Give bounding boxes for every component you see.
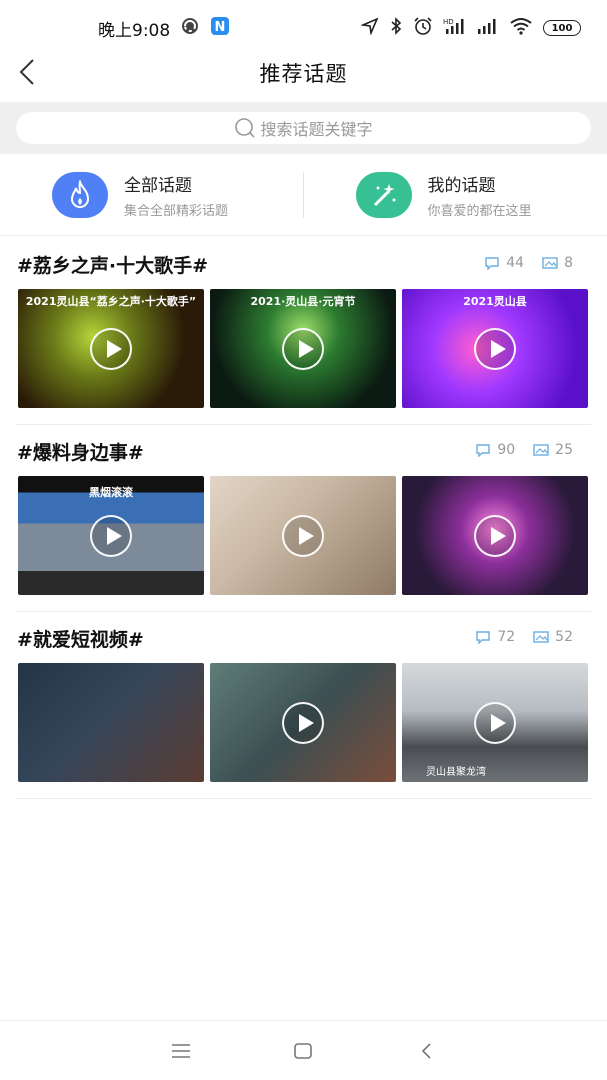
video-thumbnail[interactable]: 2021灵山县 xyxy=(402,289,588,408)
topic-stats: 90 25 xyxy=(475,442,573,458)
category-title: 我的话题 xyxy=(427,175,496,196)
video-thumbnail[interactable] xyxy=(210,476,396,595)
back-chevron-icon xyxy=(19,59,34,85)
divider xyxy=(16,798,591,799)
magic-wand-icon xyxy=(355,171,412,218)
search-placeholder: 搜索话题关键字 xyxy=(260,120,373,139)
nav-bar: 推荐话题 xyxy=(0,44,607,102)
svg-text:HD: HD xyxy=(443,18,454,26)
category-row: 全部话题 集合全部精彩话题 我的话题 你喜爱的都在这里 xyxy=(0,154,607,236)
flame-icon xyxy=(52,171,108,218)
image-count: 52 xyxy=(555,629,573,645)
image-count: 8 xyxy=(564,255,573,271)
topic-stats: 72 52 xyxy=(475,629,573,645)
thumbnail-banner: 2021灵山县“荔乡之声·十大歌手” xyxy=(25,295,197,308)
category-divider xyxy=(303,172,304,218)
category-subtitle: 集合全部精彩话题 xyxy=(124,203,229,219)
comment-icon xyxy=(476,444,491,457)
home-button[interactable] xyxy=(283,1031,323,1071)
category-my-topics[interactable]: 我的话题 你喜爱的都在这里 xyxy=(304,154,607,235)
system-nav-bar xyxy=(0,1020,607,1080)
image-icon xyxy=(533,444,549,456)
menu-icon xyxy=(172,1043,191,1058)
n-app-icon: N xyxy=(210,16,230,40)
thumbnail-caption: 灵山县聚龙湾 xyxy=(426,767,486,778)
category-all-topics[interactable]: 全部话题 集合全部精彩话题 xyxy=(0,154,304,235)
topic-header[interactable]: #就爱短视频# 72 52 xyxy=(0,611,607,663)
topic-section: #荔乡之声·十大歌手# 44 8 2021灵山县“荔乡之声·十大歌手” 2021… xyxy=(0,237,607,425)
search-icon xyxy=(235,118,256,138)
play-icon xyxy=(474,701,516,744)
play-icon xyxy=(474,327,516,370)
svg-text:N: N xyxy=(215,20,226,35)
menu-button[interactable] xyxy=(161,1031,201,1071)
category-subtitle: 你喜爱的都在这里 xyxy=(427,203,532,219)
sync-icon xyxy=(180,16,200,40)
bluetooth-icon xyxy=(389,17,403,39)
search-bar-container: 搜索话题关键字 xyxy=(0,102,607,154)
topic-section: #就爱短视频# 72 52 灵山县聚龙湾 xyxy=(0,611,607,799)
signal-icon xyxy=(477,17,499,39)
battery-icon: 100 xyxy=(543,20,581,36)
category-title: 全部话题 xyxy=(124,175,192,196)
video-thumbnail[interactable]: 2021·灵山县·元宵节 xyxy=(210,289,396,408)
play-icon xyxy=(90,514,132,557)
video-thumbnail[interactable] xyxy=(402,476,588,595)
video-thumbnail[interactable]: 灵山县聚龙湾 xyxy=(402,663,588,782)
play-icon xyxy=(90,327,132,370)
image-count: 25 xyxy=(555,442,573,458)
comment-count: 44 xyxy=(506,255,525,271)
system-back-button[interactable] xyxy=(406,1031,446,1071)
thumbnail-banner: 黑烟滚滚 xyxy=(89,486,133,499)
search-input[interactable]: 搜索话题关键字 xyxy=(16,112,591,144)
topic-header[interactable]: #爆料身边事# 90 25 xyxy=(0,424,607,476)
comment-count: 90 xyxy=(497,442,516,458)
comment-icon xyxy=(485,257,499,270)
topic-header[interactable]: #荔乡之声·十大歌手# 44 8 xyxy=(0,237,607,289)
back-button[interactable] xyxy=(12,56,42,88)
video-thumbnail[interactable] xyxy=(210,663,396,782)
play-icon xyxy=(282,701,324,744)
wifi-icon xyxy=(509,17,533,39)
location-icon xyxy=(360,17,379,39)
status-time: 晚上9:08 xyxy=(98,20,171,41)
page-title: 推荐话题 xyxy=(259,62,348,86)
comment-icon xyxy=(476,631,491,644)
topic-section: #爆料身边事# 90 25 黑烟滚滚 xyxy=(0,424,607,612)
thumbnail-banner: 2021·灵山县·元宵节 xyxy=(250,295,356,308)
thumbnail-banner: 2021灵山县 xyxy=(463,295,527,308)
video-thumbnail[interactable]: 2021灵山县“荔乡之声·十大歌手” xyxy=(18,289,204,408)
topic-title: #爆料身边事# xyxy=(17,442,144,464)
image-icon xyxy=(542,257,558,269)
image-icon xyxy=(533,631,549,643)
alarm-icon xyxy=(413,16,433,40)
back-icon xyxy=(421,1042,431,1059)
hd-signal-icon: HD xyxy=(443,17,467,39)
home-square-icon xyxy=(294,1042,313,1059)
comment-count: 72 xyxy=(497,629,516,645)
play-icon xyxy=(282,327,324,370)
video-thumbnail[interactable]: 黑烟滚滚 xyxy=(18,476,204,595)
video-thumbnail[interactable] xyxy=(18,663,204,782)
topic-title: #荔乡之声·十大歌手# xyxy=(17,255,209,277)
topic-stats: 44 8 xyxy=(484,255,573,271)
topic-title: #就爱短视频# xyxy=(17,629,144,651)
play-icon xyxy=(474,514,516,557)
play-icon xyxy=(282,514,324,557)
